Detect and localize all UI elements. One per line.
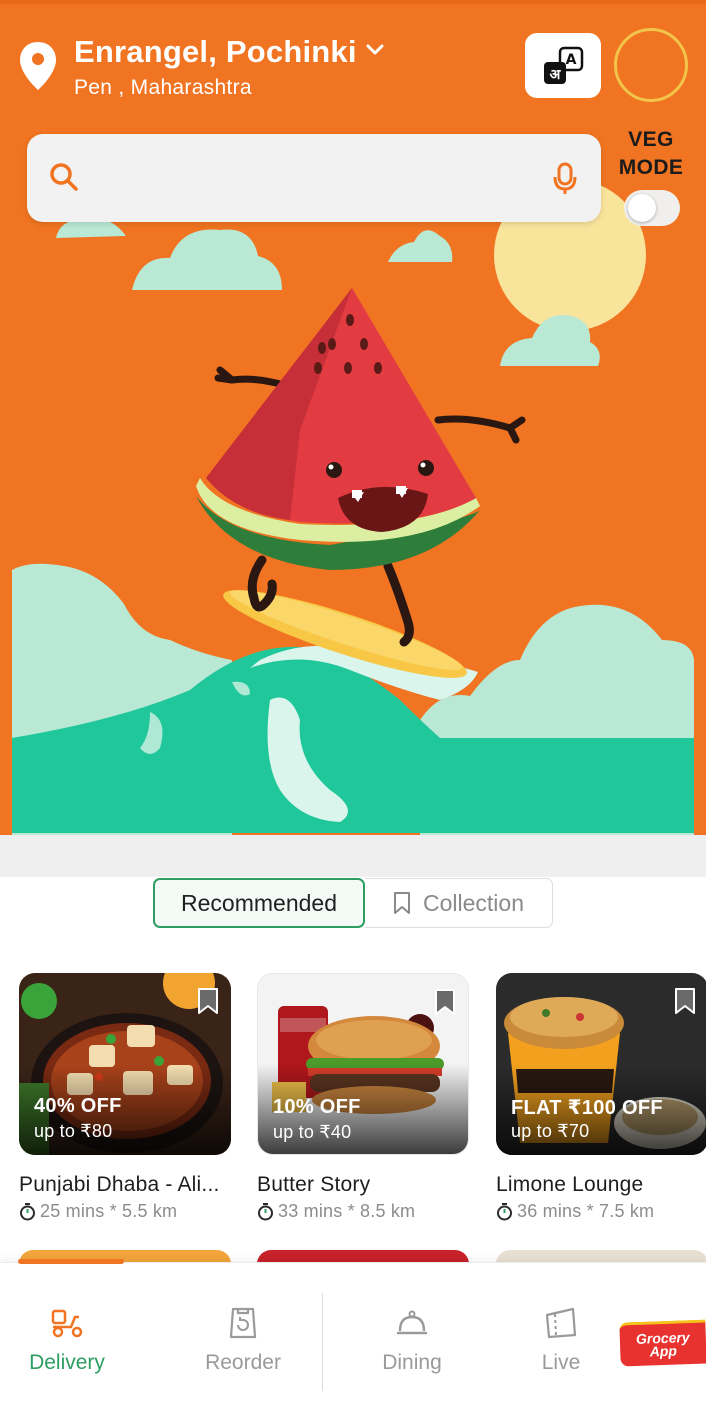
nav-live-label: Live [541,1351,581,1374]
restaurant-carousel: 40% OFF up to ₹80 Punjabi Dhaba - Ali...… [0,973,706,1233]
toggle-knob [628,194,656,222]
veg-mode-toggle[interactable] [624,190,680,226]
bookmark-outline-icon [394,892,410,914]
cloche-icon [396,1310,428,1335]
nav-dining[interactable]: Dining [347,1305,477,1375]
scooter-icon [51,1309,83,1338]
language-button[interactable]: Aअ अ [525,33,601,98]
location-subtitle: Pen , Maharashtra [74,76,252,99]
restaurant-card[interactable]: 10% OFF up to ₹40 Butter Story 33 mins *… [257,973,469,1222]
delivery-meta: 25 mins * 5.5 km [19,1201,231,1222]
translate-icon: Aअ [544,46,584,84]
segment-tabs: Recommended Collection [153,878,553,928]
tab-recommended[interactable]: Recommended [153,878,365,928]
tab-collection-label: Collection [423,889,524,916]
delivery-meta: 33 mins * 8.5 km [257,1201,469,1222]
location-selector[interactable]: Enrangel, Pochinki [74,34,385,70]
location-pin-icon[interactable] [18,40,58,92]
search-bar[interactable] [27,134,601,222]
offer-subtext: up to ₹80 [34,1121,113,1141]
delivery-meta: 36 mins * 7.5 km [496,1201,706,1222]
nav-live[interactable]: Live [496,1305,626,1375]
tab-collection[interactable]: Collection [365,878,553,928]
delivery-meta-text: 25 mins * 5.5 km [40,1201,178,1221]
bookmark-icon[interactable] [674,987,696,1015]
timer-icon [258,1203,273,1221]
status-accent-line [0,0,706,4]
nav-delivery-label: Delivery [29,1351,105,1374]
nav-dining-label: Dining [382,1351,442,1374]
nav-reorder[interactable]: Reorder [178,1305,308,1375]
timer-icon [20,1203,35,1221]
tab-recommended-label: Recommended [181,889,337,916]
translate-glyph-hindi-svg: अ [550,67,562,83]
banner-spacer [0,835,706,877]
timer-icon [497,1203,512,1221]
translate-glyph-latin: A [566,52,577,68]
restaurant-image: 10% OFF up to ₹40 [257,973,469,1155]
offer-subtext: up to ₹70 [511,1121,590,1141]
bookmark-icon[interactable] [197,987,219,1015]
restaurant-card[interactable]: FLAT ₹100 OFF up to ₹70 Limone Lounge 36… [496,973,706,1222]
nav-reorder-label: Reorder [205,1351,281,1374]
ticket-icon [545,1307,577,1339]
offer-text: 10% OFF [273,1096,361,1118]
veg-mode-label: VEG MODE [612,126,690,182]
offer-text: 40% OFF [34,1095,122,1117]
bottom-navigation: Delivery Reorder Dining Live Grocery App [0,1259,706,1423]
offer-subtext: up to ₹40 [273,1122,352,1142]
chevron-down-icon [366,44,384,55]
restaurant-name: Limone Lounge [496,1173,644,1196]
delivery-meta-text: 36 mins * 7.5 km [517,1201,655,1221]
avatar[interactable] [614,28,688,102]
grocery-app-button[interactable]: Grocery App [619,1319,706,1367]
hero-banner: Enrangel, Pochinki Pen , Maharashtra Aअ … [0,0,706,835]
grocery-label-line2: App [649,1342,678,1359]
restaurant-image: 40% OFF up to ₹80 [19,973,231,1155]
veg-mode-label-line1: VEG [628,128,674,151]
delivery-meta-text: 33 mins * 8.5 km [278,1201,416,1221]
active-tab-indicator [18,1259,124,1264]
search-input[interactable] [97,154,537,202]
bookmark-icon[interactable] [434,988,456,1016]
nav-delivery[interactable]: Delivery [2,1305,132,1375]
offer-text: FLAT ₹100 OFF [511,1097,663,1119]
restaurant-name: Punjabi Dhaba - Ali... [19,1173,220,1196]
reorder-bag-icon [229,1307,257,1339]
restaurant-card[interactable]: 40% OFF up to ₹80 Punjabi Dhaba - Ali...… [19,973,231,1222]
watermelon-surfer-illustration [12,179,694,835]
veg-mode-label-line2: MODE [618,156,684,179]
restaurant-name: Butter Story [257,1173,371,1196]
location-title: Enrangel, Pochinki [74,34,357,69]
search-icon [50,163,78,191]
nav-divider [322,1293,323,1391]
microphone-icon[interactable] [553,162,577,196]
restaurant-image: FLAT ₹100 OFF up to ₹70 [496,973,706,1155]
